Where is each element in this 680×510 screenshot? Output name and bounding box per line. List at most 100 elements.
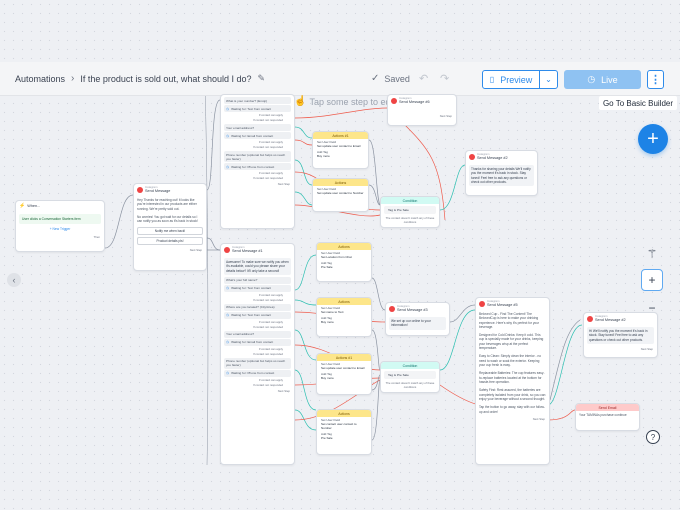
canvas-hint: ☝ Tap some step to edit [294,96,395,107]
action-value: Set update user contact to Email [321,366,365,370]
action-line: Set User Field Set update user contact to… [317,361,371,371]
actions-node[interactable]: Actions #1 Set User Field Set update user… [316,353,372,395]
wait-text: Waiting for: Email from contact [231,133,274,138]
instagram-icon [479,300,485,307]
action-value: Set Location from Chat [321,255,352,259]
wait-text: Waiting for: Text from contact [231,106,271,111]
send-message-top-right-node[interactable]: Instagram Send Message #6 Next Step [387,94,457,126]
preview-button[interactable]: ▯ Preview ⌄ [482,70,558,89]
breadcrumb-root[interactable]: Automations [15,74,65,84]
wait-text: Waiting for: Email from contact [231,340,274,345]
wait-text: Waiting for: Phone from contact [231,164,275,169]
message-bubble: Thanks for sharing your details We'll no… [469,164,534,187]
new-trigger-link[interactable]: + New Trigger [19,227,101,231]
message-bubble: We set up our online to your information… [389,316,446,330]
actions-header: Actions [317,243,371,250]
zoom-out-icon[interactable]: − [641,297,663,319]
live-label: Live [601,74,618,85]
message-text: Tap the button to go away, stay with our… [479,405,546,414]
zoom-in-icon[interactable]: + [641,269,663,291]
basic-builder-tooltip[interactable]: Go To Basic Builder [599,96,677,110]
live-button[interactable]: ◷ Live [564,70,641,89]
preview-label: Preview [500,74,533,85]
actions-node[interactable]: Actions Set User Field Set update user co… [312,178,369,212]
magic-wand-icon[interactable]: ⚚ [641,243,663,265]
action-value: Buy more [321,320,334,324]
condition-note: The contact doesn't match any of these c… [385,216,435,224]
message-text: Replaceable Batteries: The cup features … [479,371,545,384]
send-email-node[interactable]: Send Email Your TAMINAs purchase continu… [575,403,640,431]
wait-row: ◷ Waiting for: Text from contact [224,105,291,112]
condition-node[interactable]: Condition Tag is Pre Sale The contact do… [380,196,440,228]
node-title: Send Message #2 [595,318,626,323]
action-value: Pre Sale [321,436,333,440]
actions-node[interactable]: Actions Set User Field Set contact user c… [316,409,372,455]
node-title: Send Message [145,189,171,194]
message-text: Beloved Cup - Find The Content! The Belo… [479,311,540,329]
apply-line: If contact can apply [258,346,283,351]
plus-icon: + [647,128,659,150]
send-message-main-node[interactable]: Instagram Send Message Hey Thanks for rea… [133,183,207,271]
lightning-icon: ⚡ [19,203,26,209]
actions-header: Actions [313,179,368,186]
send-message-thanks-node[interactable]: Instagram Send Message #2 Thanks for shar… [465,150,538,196]
node-title: Send Message #3 [397,308,428,313]
question-row: Phone number (optional but helps us reac… [224,151,291,162]
send-message-mid-node[interactable]: Instagram Send Message #1 Awesome! To mak… [220,243,295,465]
condition-header: Condition [381,197,439,204]
action-value: Buy more [321,376,334,380]
clock-icon: ◷ [226,164,230,169]
apply-line: If contact can apply [258,319,283,324]
clock-icon: ◷ [226,106,230,111]
actions-node[interactable]: Actions Set User Field Set Location from … [316,242,372,282]
actions-node[interactable]: Actions Set User Field Set name to Text A… [316,297,372,337]
actions-node[interactable]: Actions #1 Set User Field Set update user… [312,131,369,169]
trigger-box[interactable]: User clicks a Conversation Starters item [19,214,101,224]
actions-header: Actions #1 [317,354,371,361]
condition-node[interactable]: Condition Tag is Pre Sale The contact do… [380,361,440,393]
send-message-long-node[interactable]: Instagram Send Message #5 Beloved Cup - F… [475,297,550,465]
clock-icon: ◷ [226,133,230,138]
check-icon: ✓ [371,73,380,84]
node-foot: Next Step [277,388,290,393]
not-responded-line: If contact not responded [252,382,283,387]
action-line: Add Tag Pre Sale [317,260,371,270]
pencil-icon[interactable]: ✎ [257,73,265,84]
action-line: Add Tag Buy more [317,371,371,381]
node-foot: Next Step [439,113,452,118]
trigger-node[interactable]: ⚡ When... User clicks a Conversation Star… [15,200,105,252]
send-message-info-node[interactable]: Instagram Send Message #3 We set up our o… [385,302,450,336]
action-line: Set User Field Set name to Text [317,305,371,315]
redo-icon[interactable]: ↷ [440,72,449,85]
apply-line: If contact can apply [258,140,283,144]
action-line: Set User Field Set contact user contact t… [317,417,371,431]
apply-line: If contact can apply [258,377,283,382]
node-title: Send Message #6 [399,100,430,105]
action-line: Set User Field Set update user contact to… [313,186,368,196]
chevron-right-icon: › [71,73,75,84]
message-text: Easy to Clean: Simply clean the interior… [479,354,542,368]
node-foot: Next Step [189,248,202,253]
send-message-top-node[interactable]: What is your number? (Emoji) ◷ Waiting fo… [220,94,295,229]
kebab-icon[interactable]: ⋮ [647,70,664,89]
wait-row: ◷ Waiting for: Text from contact [224,284,291,292]
action-value: Set update user contact to Email [317,144,361,148]
chevron-left-icon[interactable]: ‹ [7,273,21,287]
question-row: Your email address? [224,330,291,338]
wait-text: Waiting for: Phone from contact [231,371,275,376]
question-row: Where are you located? (City/Area) [224,303,291,311]
message-text: Safety First: Rest assured, the batterie… [479,388,546,401]
help-icon[interactable]: ? [646,430,660,444]
not-responded-line: If contact not responded [252,297,283,302]
details-button[interactable]: Product details pls! [137,237,203,246]
action-line: Set User Field Set Location from Chat [317,250,371,260]
instagram-icon [469,153,475,160]
undo-icon[interactable]: ↶ [419,72,428,85]
caret-down-icon[interactable]: ⌄ [539,71,557,88]
page-title: If the product is sold out, what should … [80,73,252,84]
add-step-button[interactable]: + [638,124,668,154]
notify-button[interactable]: Notify me when back! [137,227,203,236]
wait-text: Waiting for: Text from contact [231,286,271,291]
wait-row: ◷ Waiting for: Email from contact [224,338,291,346]
message-text: Designed for Cold Drinks: Keep it cold. … [479,333,544,351]
